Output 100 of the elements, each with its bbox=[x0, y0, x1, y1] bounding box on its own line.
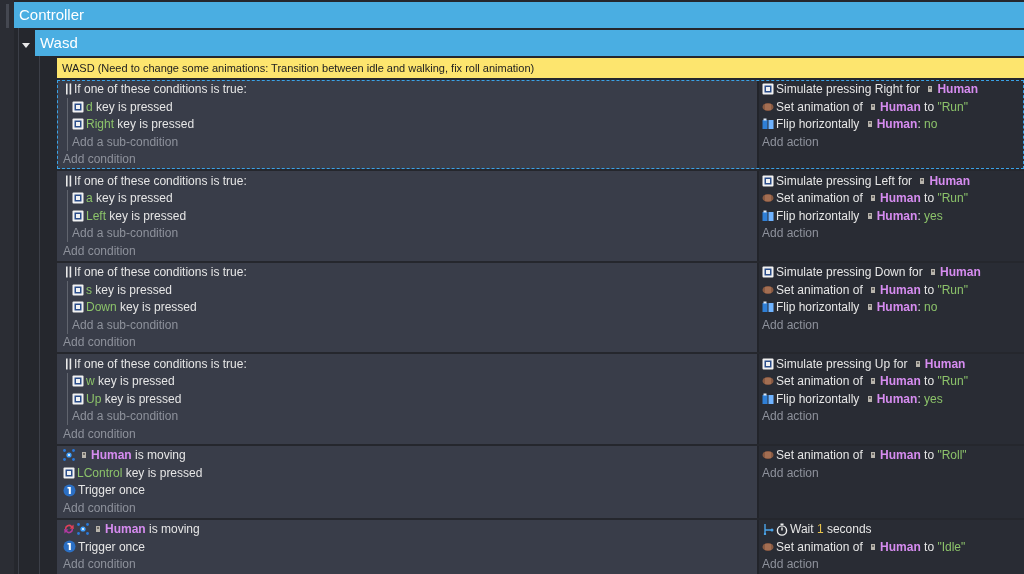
key-icon bbox=[72, 283, 84, 296]
action-text: Set animation of bbox=[776, 190, 864, 208]
condition-text: Human is moving bbox=[91, 447, 186, 465]
key-icon bbox=[72, 118, 84, 131]
action-text: Set animation of bbox=[776, 447, 864, 465]
key-icon bbox=[72, 392, 84, 405]
action-text: Human to "Run" bbox=[880, 281, 968, 299]
add-action-link[interactable]: Add action bbox=[762, 316, 1024, 334]
action-text: Flip horizontally bbox=[776, 390, 861, 408]
event-row[interactable] bbox=[57, 171, 1024, 261]
comment-note[interactable]: WASD (Need to change some animations: Transition between idle and walking, fix roll animation) bbox=[57, 58, 1024, 78]
add-action-link[interactable]: Add action bbox=[762, 224, 1024, 242]
condition-text: If one of these conditions is true: bbox=[74, 264, 247, 282]
condition-text: If one of these conditions is true: bbox=[74, 81, 247, 99]
key-icon bbox=[72, 301, 84, 314]
add-condition-link[interactable]: Add condition bbox=[63, 242, 757, 260]
action-text: Human to "Idle" bbox=[880, 538, 966, 556]
add-sub-condition-link[interactable]: Add a sub-condition bbox=[72, 407, 757, 425]
add-condition-link[interactable]: Add condition bbox=[63, 150, 757, 168]
key-icon bbox=[762, 357, 774, 370]
action-text: Human bbox=[940, 264, 981, 282]
condition-text: If one of these conditions is true: bbox=[74, 355, 247, 373]
star-icon bbox=[63, 449, 75, 462]
event-row[interactable] bbox=[57, 262, 1024, 352]
key-icon bbox=[762, 83, 774, 96]
capsule-icon bbox=[762, 376, 774, 387]
add-condition-link[interactable]: Add condition bbox=[63, 333, 757, 351]
condition-text: Trigger once bbox=[78, 482, 145, 500]
action-text: Human to "Run" bbox=[880, 373, 968, 391]
trigger-icon bbox=[63, 483, 76, 497]
action-text: Set animation of bbox=[776, 281, 864, 299]
flip-icon bbox=[762, 118, 774, 131]
flip-icon bbox=[762, 392, 774, 405]
flip-icon bbox=[762, 301, 774, 314]
key-icon bbox=[72, 100, 84, 113]
branch-icon bbox=[762, 523, 774, 536]
action-text: Human bbox=[929, 172, 971, 190]
condition-text: w key is pressed bbox=[86, 373, 175, 391]
capsule-icon bbox=[762, 541, 774, 552]
key-icon bbox=[762, 174, 774, 187]
add-condition-link[interactable]: Add condition bbox=[63, 425, 757, 443]
capsule-icon bbox=[762, 450, 774, 461]
star-icon bbox=[77, 523, 89, 536]
add-action-link[interactable]: Add action bbox=[762, 464, 1024, 482]
condition-text: If one of these conditions is true: bbox=[74, 172, 247, 190]
group-header[interactable]: Wasd bbox=[35, 30, 1024, 56]
add-action-link[interactable]: Add action bbox=[762, 555, 1024, 573]
action-text: Set animation of bbox=[776, 538, 864, 556]
parallel-bars-icon bbox=[66, 83, 72, 96]
add-action-link[interactable]: Add action bbox=[762, 407, 1024, 425]
action-text: Simulate pressing Up for bbox=[776, 355, 909, 373]
add-action-link[interactable]: Add action bbox=[762, 133, 1024, 151]
key-icon bbox=[72, 375, 84, 388]
parallel-bars-icon bbox=[66, 266, 72, 279]
parallel-bars-icon bbox=[66, 357, 72, 370]
key-icon bbox=[762, 266, 774, 279]
condition-text: Human is moving bbox=[105, 521, 200, 539]
condition-text: s key is pressed bbox=[86, 281, 173, 299]
capsule-icon bbox=[762, 284, 774, 295]
parallel-bars-icon bbox=[66, 174, 72, 187]
figure-icon bbox=[94, 525, 102, 534]
add-condition-link[interactable]: Add condition bbox=[63, 555, 757, 573]
condition-text: Trigger once bbox=[78, 538, 145, 556]
add-sub-condition-link[interactable]: Add a sub-condition bbox=[72, 224, 757, 242]
condition-text: LControl key is pressed bbox=[77, 464, 203, 482]
add-sub-condition-link[interactable]: Add a sub-condition bbox=[72, 316, 757, 334]
event-row[interactable] bbox=[57, 354, 1024, 444]
trigger-icon bbox=[63, 540, 76, 554]
collapse-arrow-icon[interactable] bbox=[22, 43, 30, 49]
action-text: Human: yes bbox=[876, 390, 943, 408]
action-text: Wait 1 seconds bbox=[790, 521, 872, 539]
action-text: Simulate pressing Left for bbox=[776, 172, 914, 190]
flip-icon bbox=[762, 209, 774, 222]
condition-text: d key is pressed bbox=[86, 98, 173, 116]
capsule-icon bbox=[762, 101, 774, 112]
key-icon bbox=[63, 466, 75, 479]
action-text: Human bbox=[937, 81, 979, 99]
action-text: Human: no bbox=[876, 116, 938, 134]
action-text: Set animation of bbox=[776, 373, 864, 391]
add-sub-condition-link[interactable]: Add a sub-condition bbox=[72, 133, 757, 151]
action-text: Human: yes bbox=[876, 207, 943, 225]
cycle-icon bbox=[63, 523, 75, 536]
action-text: Flip horizontally bbox=[776, 116, 861, 134]
action-text: Set animation of bbox=[776, 98, 864, 116]
action-text: Human to "Run" bbox=[880, 98, 968, 116]
action-text: Simulate pressing Down for bbox=[776, 264, 924, 282]
condition-text: Right key is pressed bbox=[86, 116, 195, 134]
group-header[interactable]: Controller bbox=[14, 2, 1024, 28]
stopwatch-icon bbox=[776, 522, 788, 536]
key-icon bbox=[72, 192, 84, 205]
action-text: Human to "Run" bbox=[880, 190, 968, 208]
add-condition-link[interactable]: Add condition bbox=[63, 499, 757, 517]
action-text: Simulate pressing Right for bbox=[776, 81, 922, 99]
action-text: Human to "Roll" bbox=[880, 447, 967, 465]
action-text: Human: no bbox=[876, 299, 938, 317]
event-row[interactable] bbox=[57, 79, 1024, 169]
capsule-icon bbox=[762, 193, 774, 204]
action-text: Flip horizontally bbox=[776, 299, 861, 317]
key-icon bbox=[72, 209, 84, 222]
condition-text: Down key is pressed bbox=[86, 299, 197, 317]
